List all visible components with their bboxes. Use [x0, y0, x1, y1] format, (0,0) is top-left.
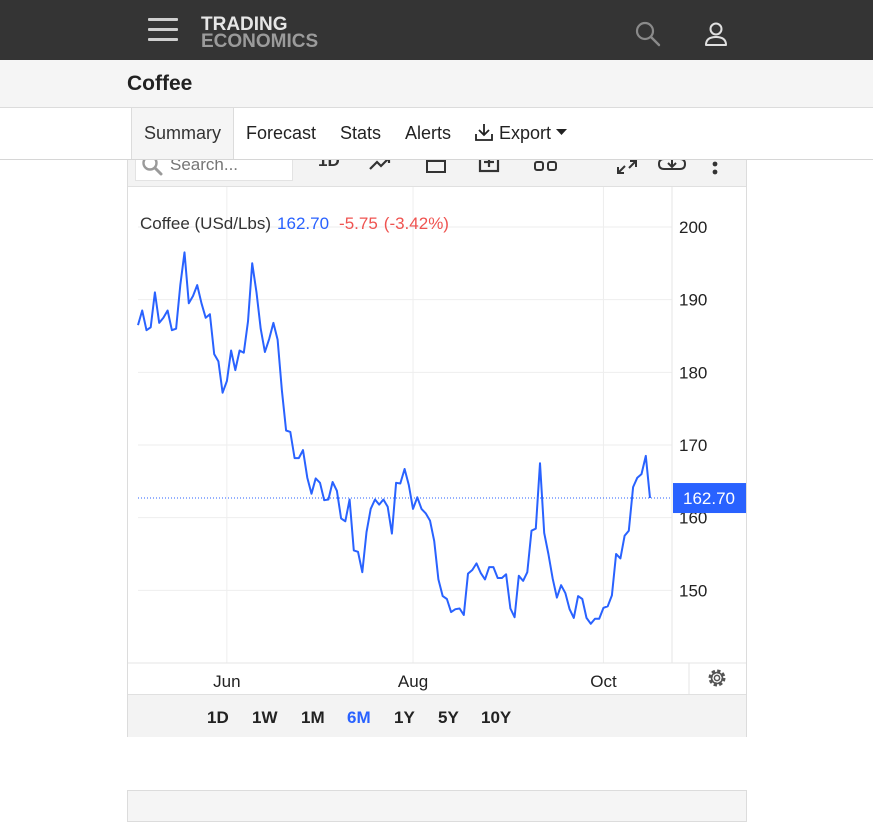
y-tick-label: 180 [679, 363, 707, 382]
trading-economics-logo[interactable]: TRADING ECONOMICS [201, 15, 351, 53]
quote-change-pct: (-3.42%) [384, 214, 449, 233]
page-title: Coffee [127, 72, 193, 95]
price-series-line [137, 251, 651, 625]
tab-forecast[interactable]: Forecast [246, 108, 316, 159]
quote-name: Coffee (USd/Lbs) [140, 214, 271, 233]
range-1m-button[interactable]: 1M [301, 708, 325, 728]
time-axis-labels: Jun Aug Oct [213, 672, 617, 691]
tab-alerts[interactable]: Alerts [405, 108, 451, 159]
grid-vertical [226, 187, 604, 663]
range-1w-button[interactable]: 1W [252, 708, 278, 728]
download-icon [475, 124, 493, 141]
x-tick-label: Aug [398, 672, 428, 691]
y-tick-label: 170 [679, 436, 707, 455]
quote-price: 162.70 [277, 214, 329, 233]
x-tick-label: Oct [590, 672, 617, 691]
price-chart[interactable]: 150160170180190200 Jun Aug Oct 162.70 Coff… [128, 187, 746, 694]
menu-icon[interactable] [148, 18, 178, 42]
chart-panel: 1D 150160170180190200 JunAugOct [127, 140, 747, 737]
range-1d-button[interactable]: 1D [207, 708, 229, 728]
tab-stats[interactable]: Stats [340, 108, 381, 159]
next-section-panel [127, 790, 747, 822]
last-price-badge: 162.70 [673, 483, 746, 514]
last-price-badge-text: 162.70 [683, 489, 735, 508]
range-1y-button[interactable]: 1Y [394, 708, 415, 728]
tab-summary[interactable]: Summary [131, 108, 234, 159]
logo-line-2: ECONOMICS [201, 31, 319, 52]
search-icon[interactable] [634, 20, 662, 48]
tab-bar: Summary Forecast Stats Alerts Export [0, 108, 873, 160]
range-5y-button[interactable]: 5Y [438, 708, 459, 728]
user-icon[interactable] [702, 20, 730, 48]
caret-down-icon [556, 129, 568, 135]
range-10y-button[interactable]: 10Y [481, 708, 511, 728]
y-tick-label: 190 [679, 291, 707, 310]
price-axis-labels: 150160170180190200 [679, 218, 707, 600]
grid-horizontal [138, 226, 672, 591]
title-bar: Coffee [0, 60, 873, 108]
quote-legend: Coffee (USd/Lbs) 162.70 -5.75 (-3.42%) [140, 214, 449, 233]
tab-export[interactable]: Export [474, 108, 568, 159]
y-tick-label: 200 [679, 218, 707, 237]
quote-change: -5.75 [339, 214, 378, 233]
range-6m-button[interactable]: 6M [347, 708, 371, 728]
x-tick-label: Jun [213, 672, 240, 691]
gear-icon[interactable] [708, 669, 726, 687]
top-nav-bar: TRADING ECONOMICS [0, 0, 873, 60]
range-selector: 1D 1W 1M 6M 1Y 5Y 10Y [128, 694, 746, 737]
tab-export-label: Export [499, 123, 552, 143]
y-tick-label: 150 [679, 581, 707, 600]
